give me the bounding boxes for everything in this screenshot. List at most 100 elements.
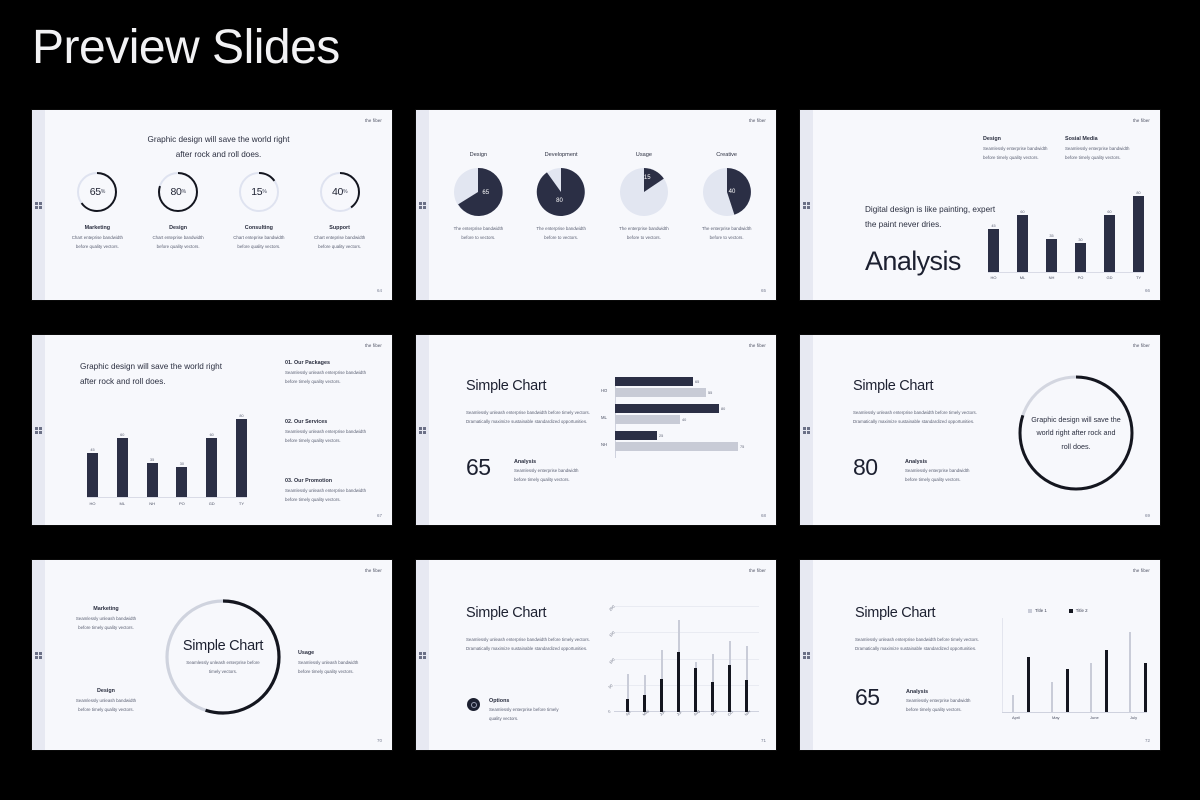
grid-icon bbox=[419, 652, 426, 659]
bar bbox=[1017, 215, 1028, 272]
donut-chart: 65% bbox=[75, 170, 119, 214]
y-tick: 0 bbox=[607, 709, 612, 714]
bar bbox=[87, 453, 98, 497]
bar bbox=[615, 377, 693, 386]
slide-thumbnail-66[interactable]: the fiber 66 Design Seamlessly enterpris… bbox=[800, 110, 1160, 300]
x-tick: Jul bbox=[676, 710, 683, 717]
bar bbox=[206, 438, 218, 497]
slide-thumbnail-65[interactable]: the fiber 65 Design 65 The enterprise ba… bbox=[416, 110, 776, 300]
note-desc-2: before timely quality vectors. bbox=[285, 437, 341, 443]
big-word: Analysis bbox=[865, 246, 961, 276]
bar-row: 40 bbox=[615, 415, 775, 424]
brand-logo: the fiber bbox=[1133, 568, 1150, 573]
bar bbox=[615, 431, 657, 440]
note-title: 01. Our Packages bbox=[285, 360, 330, 366]
bar-column: 60 bbox=[206, 409, 218, 497]
x-tick: July bbox=[1130, 715, 1138, 720]
grid-icon bbox=[35, 427, 42, 434]
y-tick: HO bbox=[601, 388, 608, 393]
slide-canvas: the fiber 68 Simple Chart Seamlessly unl… bbox=[429, 335, 776, 525]
bar-row: 65 bbox=[615, 377, 775, 386]
bar-value: 40 bbox=[682, 417, 687, 422]
ring-title: Simple Chart bbox=[182, 637, 264, 654]
bar-column: 60 bbox=[1104, 186, 1115, 272]
slide-canvas: the fiber 72 Simple Chart Seamlessly unl… bbox=[813, 560, 1160, 750]
x-tick: NH bbox=[1048, 275, 1055, 280]
slide-thumbnail-68[interactable]: the fiber 68 Simple Chart Seamlessly unl… bbox=[416, 335, 776, 525]
donut-desc-2: before quality vectors. bbox=[75, 243, 119, 249]
brand-logo: the fiber bbox=[365, 568, 382, 573]
brand-logo: the fiber bbox=[1133, 118, 1150, 123]
slide-canvas: the fiber 64 Graphic design will save th… bbox=[45, 110, 392, 300]
slide-thumbnail-72[interactable]: the fiber 72 Simple Chart Seamlessly unl… bbox=[800, 560, 1160, 750]
bar bbox=[1104, 215, 1115, 272]
x-tick: NH bbox=[149, 501, 155, 506]
bar-value: 80 bbox=[239, 413, 244, 418]
grid-icon bbox=[35, 202, 42, 209]
slide-rail bbox=[800, 110, 813, 300]
note-block: 03. Our Promotion Seamlessly unleash ent… bbox=[285, 478, 366, 504]
page-number: 65 bbox=[760, 288, 766, 293]
bar-group: HO 65 55 bbox=[601, 377, 775, 397]
label-block-marketing: Marketing Seamlessly unleash bandwidth b… bbox=[68, 606, 144, 632]
legend-item[interactable]: Title 2 bbox=[1068, 608, 1088, 613]
note-block: 02. Our Services Seamlessly unleash ente… bbox=[285, 419, 366, 445]
x-tick: HO bbox=[89, 501, 96, 506]
stat-title: Analysis bbox=[514, 459, 537, 465]
pie-chart: 40 bbox=[702, 167, 752, 217]
pie-row: Design 65 The enterprise bandwidth befor… bbox=[437, 152, 768, 242]
slide-body: Seamlessly unleash enterprise bandwidth … bbox=[855, 637, 979, 651]
slide-thumbnail-69[interactable]: the fiber 69 Simple Chart Seamlessly unl… bbox=[800, 335, 1160, 525]
pie-desc-2: before to vectors. bbox=[626, 234, 661, 240]
bar-column: 35 bbox=[146, 409, 158, 497]
donut-chart: 40% bbox=[318, 170, 362, 214]
slide-canvas: the fiber 65 Design 65 The enterprise ba… bbox=[429, 110, 776, 300]
slide-thumbnail-71[interactable]: the fiber 71 Simple Chart Seamlessly unl… bbox=[416, 560, 776, 750]
label-desc-2: before timely quality vectors. bbox=[298, 668, 354, 674]
bar-column: 30 bbox=[176, 409, 188, 497]
slide-headline: Digital design is like painting, expert … bbox=[865, 205, 996, 230]
stick-bar-chart: 200 150 100 50 0 Apr May Jun Jul Aug Sep… bbox=[607, 605, 759, 717]
slide-thumbnail-64[interactable]: the fiber 64 Graphic design will save th… bbox=[32, 110, 392, 300]
donut-desc-2: before quality vectors. bbox=[156, 243, 200, 249]
slide-title: Simple Chart bbox=[466, 605, 547, 621]
legend-item[interactable]: Title 1 bbox=[1028, 608, 1047, 613]
bar-dark bbox=[1066, 618, 1069, 712]
bar-value: 30 bbox=[1078, 237, 1083, 242]
stick-dark bbox=[660, 679, 663, 712]
bar-value: 80 bbox=[721, 406, 726, 411]
stick-column bbox=[728, 607, 731, 712]
pie-desc-2: before to vectors. bbox=[709, 234, 744, 240]
y-tick: 200 bbox=[608, 604, 616, 612]
bar bbox=[615, 404, 719, 413]
note-title: Design bbox=[983, 136, 1001, 142]
pie-chart: 80 bbox=[536, 167, 586, 217]
slide-thumbnail-67[interactable]: the fiber 67 Graphic design will save th… bbox=[32, 335, 392, 525]
label-desc-2: before timely quality vectors. bbox=[78, 706, 134, 712]
option-desc-2: quality vectors. bbox=[489, 715, 519, 721]
stat-block: Analysis Seamlessly enterprise bandwidth… bbox=[514, 459, 578, 484]
bar-value: 65 bbox=[695, 379, 700, 384]
pie-chart: 65 bbox=[453, 167, 504, 217]
x-tick: PO bbox=[1077, 275, 1084, 280]
x-tick: June bbox=[1090, 715, 1099, 720]
pie-desc-1: The enterprise bandwidth bbox=[619, 226, 669, 231]
note-title: 03. Our Promotion bbox=[285, 478, 333, 484]
option-title: Options bbox=[489, 698, 510, 704]
slide-headline: Graphic design will save the world right… bbox=[80, 362, 222, 387]
bar-light bbox=[1128, 618, 1131, 712]
ring-sub-1: Seamlessly unleash enterprise before bbox=[186, 659, 260, 665]
bar bbox=[176, 467, 188, 497]
pie-desc-1: The enterprise bandwidth bbox=[536, 226, 586, 231]
options-icon[interactable] bbox=[467, 698, 480, 711]
bar-column: 80 bbox=[1133, 186, 1144, 272]
slide-body: Seamlessly unleash enterprise bandwidth … bbox=[853, 410, 977, 424]
bar-row: 25 bbox=[615, 431, 775, 440]
x-tick-labels: HO ML NH PO GD TY bbox=[87, 501, 247, 506]
slide-thumbnail-70[interactable]: the fiber 70 Marketing Seamlessly unleas… bbox=[32, 560, 392, 750]
bar-value: 60 bbox=[120, 432, 125, 437]
bar bbox=[615, 442, 738, 451]
page-title: Preview Slides bbox=[32, 21, 340, 74]
pie-value: 80 bbox=[556, 198, 563, 204]
stick-column bbox=[643, 607, 646, 712]
